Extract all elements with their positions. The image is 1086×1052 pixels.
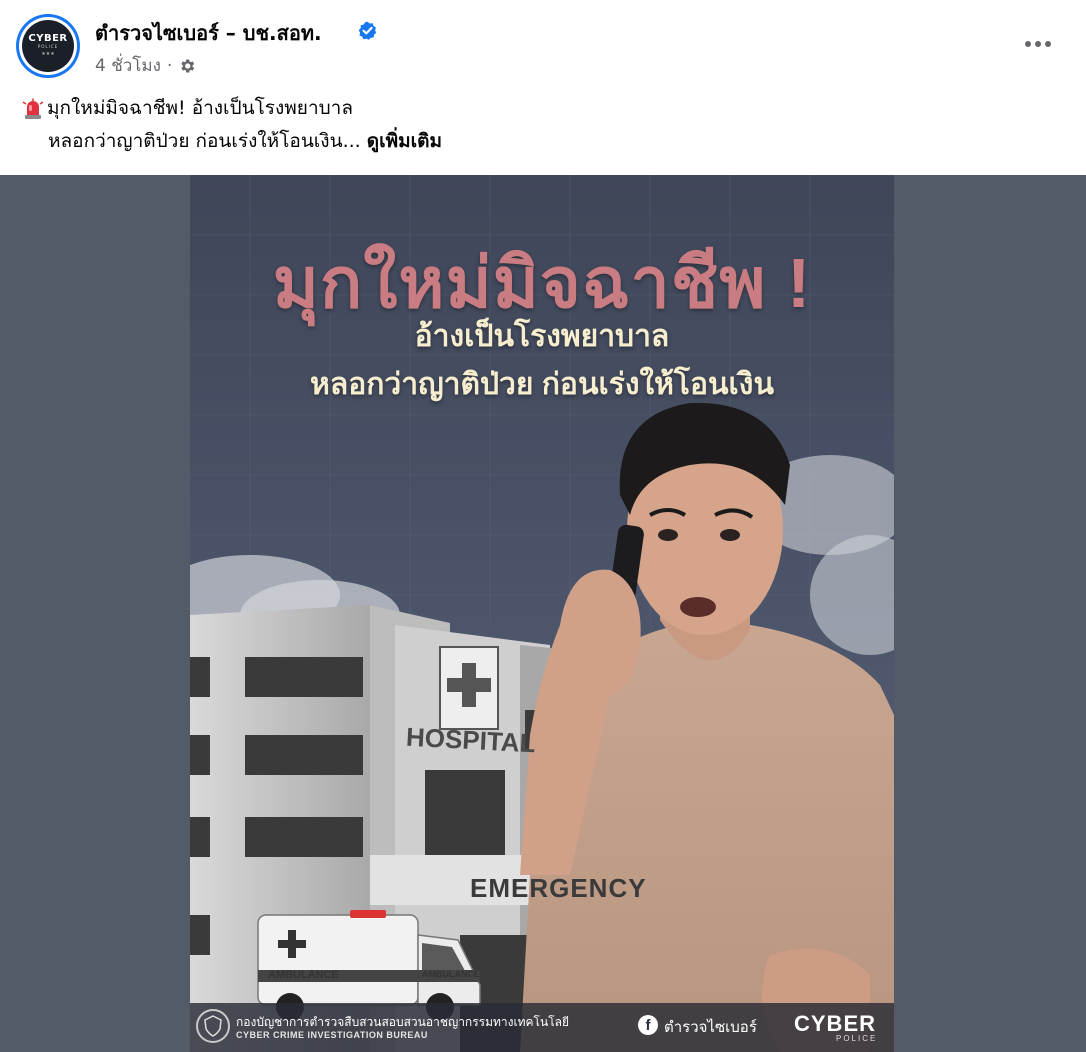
poster-image[interactable]: มุกใหม่มิจฉาชีพ ! อ้างเป็นโรงพยาบาล หลอก… <box>190 175 894 1052</box>
avatar-ring: CYBER POLICE ★★★ <box>19 17 77 75</box>
facebook-icon: f <box>638 1015 658 1035</box>
poster-ambulance-label: AMBULANCE <box>268 969 339 981</box>
post-timestamp[interactable]: 4 ชั่วโมง <box>95 52 161 79</box>
post-media[interactable]: มุกใหม่มิจฉาชีพ ! อ้างเป็นโรงพยาบาล หลอก… <box>0 175 1086 1052</box>
gear-icon[interactable] <box>178 57 196 75</box>
poster-footer: กองบัญชาการตำรวจสืบสวนสอบสวนอาชญากรรมทาง… <box>190 1003 894 1052</box>
avatar-logo: CYBER POLICE ★★★ <box>22 20 74 72</box>
footer-facebook-name: ตำรวจไซเบอร์ <box>664 1019 757 1036</box>
caption-text-2: หลอกว่าญาติป่วย ก่อนเร่งให้โอนเงิน... <box>48 130 361 152</box>
meta-separator: · <box>166 55 173 76</box>
caption-line-2: หลอกว่าญาติป่วย ก่อนเร่งให้โอนเงิน... ดู… <box>22 125 1062 158</box>
footer-brand-sub: POLICE <box>836 1034 878 1043</box>
page-avatar[interactable]: CYBER POLICE ★★★ <box>16 14 80 78</box>
caption-line-1: มุกใหม่มิจฉาชีพ! อ้างเป็นโรงพยาบาล <box>22 92 1062 125</box>
facebook-post: CYBER POLICE ★★★ ตำรวจไซเบอร์ – บช.สอท. … <box>0 0 1086 1052</box>
avatar-text-stars: ★★★ <box>41 51 55 57</box>
poster-subtitle-1: อ้างเป็นโรงพยาบาล <box>414 320 670 353</box>
poster-ambulance-front-label: AMBULANCE <box>422 969 480 979</box>
page-name-link[interactable]: ตำรวจไซเบอร์ – บช.สอท. <box>95 17 322 49</box>
more-dots-icon <box>1025 41 1051 47</box>
see-more-link[interactable]: ดูเพิ่มเติม <box>367 130 442 152</box>
post-header: CYBER POLICE ★★★ ตำรวจไซเบอร์ – บช.สอท. … <box>0 0 1086 90</box>
more-options-button[interactable] <box>1016 28 1060 60</box>
post-meta: 4 ชั่วโมง · <box>95 52 196 79</box>
avatar-text-cyber: CYBER <box>28 33 68 44</box>
post-caption: มุกใหม่มิจฉาชีพ! อ้างเป็นโรงพยาบาล หลอกว… <box>22 92 1062 158</box>
police-siren-icon <box>22 98 44 119</box>
caption-text-1: มุกใหม่มิจฉาชีพ! อ้างเป็นโรงพยาบาล <box>47 97 353 119</box>
footer-org-english: CYBER CRIME INVESTIGATION BUREAU <box>236 1030 428 1040</box>
poster-subtitle-2: หลอกว่าญาติป่วย ก่อนเร่งให้โอนเงิน <box>310 368 774 401</box>
poster-emergency-sign: EMERGENCY <box>470 873 647 903</box>
bureau-logo-icon <box>196 1009 230 1043</box>
verified-badge-icon <box>358 21 377 40</box>
